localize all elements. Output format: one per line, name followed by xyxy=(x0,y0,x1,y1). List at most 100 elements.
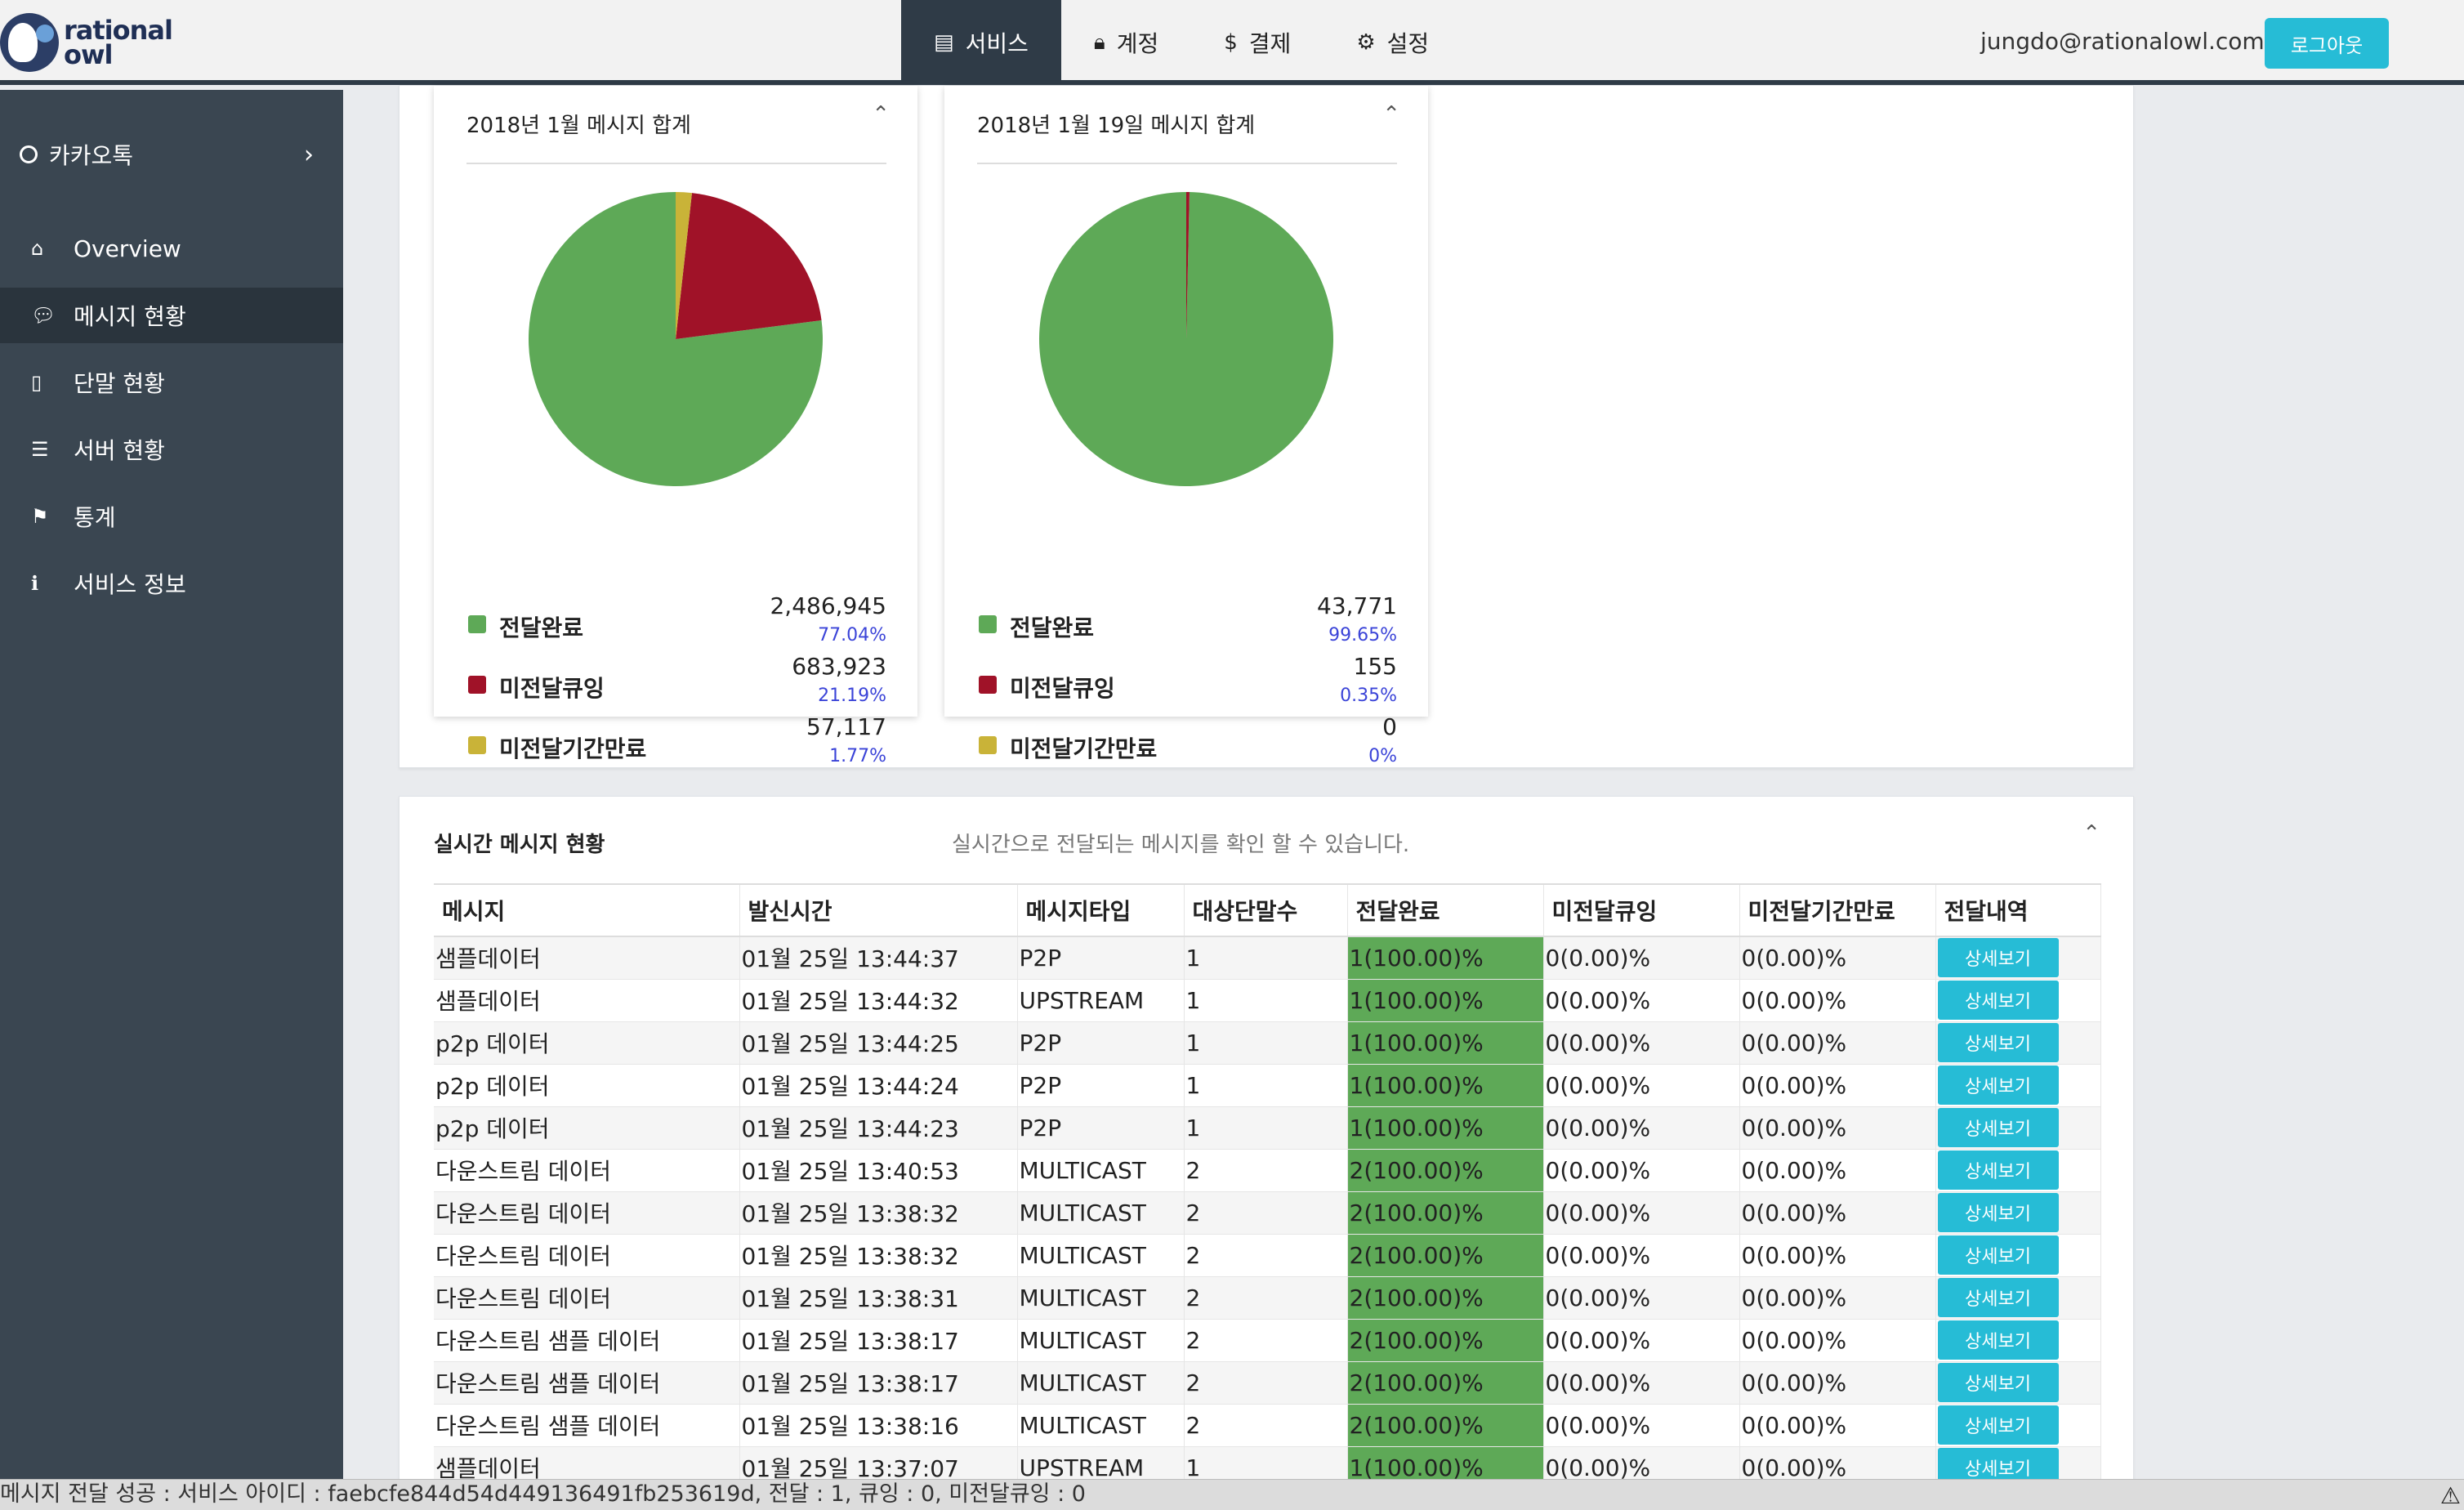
sidebar-item-label: Overview xyxy=(74,235,181,262)
circle-icon xyxy=(20,145,38,163)
legend-label: 미전달기간만료 xyxy=(499,735,647,762)
detail-button[interactable]: 상세보기 xyxy=(1937,938,2059,978)
cell-queued: 0(0.00)% xyxy=(1543,1234,1740,1277)
cell-details: 상세보기 xyxy=(1935,1276,2101,1320)
cell-sent-time: 01월 25일 13:44:32 xyxy=(739,979,1018,1022)
cell-expired: 0(0.00)% xyxy=(1739,1149,1936,1192)
nav-account[interactable]: 🔒︎ 계정 xyxy=(1061,0,1191,85)
legend-expired: 미전달기간만료 57,117 1.77% xyxy=(466,713,886,774)
nav-payment[interactable]: $ 결제 xyxy=(1191,0,1324,85)
legend-label: 미전달큐잉 xyxy=(1010,675,1115,702)
chevron-up-icon[interactable]: ⌃ xyxy=(2082,821,2100,846)
flag-icon: ⚑ xyxy=(31,505,49,528)
chevron-right-icon: › xyxy=(304,140,314,169)
cell-sent-time: 01월 25일 13:38:31 xyxy=(739,1276,1018,1320)
card-title: 2018년 1월 메시지 합계 xyxy=(466,114,691,138)
chevron-up-icon[interactable]: ⌃ xyxy=(1382,102,1400,127)
legend-count: 2,486,945 xyxy=(770,592,886,619)
legend-percent: 0.35% xyxy=(1340,686,1397,706)
sidebar-item-servers[interactable]: ☰ 서버 현황 xyxy=(0,422,343,477)
col-message-type[interactable]: 메시지타입 xyxy=(1017,883,1185,937)
cell-sent-time: 01월 25일 13:44:25 xyxy=(739,1021,1018,1065)
cell-message-type: MULTICAST xyxy=(1017,1149,1185,1192)
cell-sent-time: 01월 25일 13:38:32 xyxy=(739,1191,1018,1235)
sidebar-item-messages[interactable]: 💬︎ 메시지 현황 xyxy=(0,288,343,343)
table-row: 샘플데이터 01월 25일 13:44:37 P2P 1 1(100.00)% 0(0.0… xyxy=(434,936,2101,980)
cell-details: 상세보기 xyxy=(1935,936,2101,980)
cell-message-type: P2P xyxy=(1017,936,1185,980)
app-selector[interactable]: 카카오톡 › xyxy=(20,134,314,175)
table-row: p2p 데이터 01월 25일 13:44:25 P2P 1 1(100.00)% 0(0… xyxy=(434,1021,2101,1065)
logo[interactable]: rational owl xyxy=(0,8,173,77)
sidebar-item-stats[interactable]: ⚑ 통계 xyxy=(0,489,343,544)
app-selector-label: 카카오톡 xyxy=(49,142,134,169)
logo-line-2: owl xyxy=(64,39,114,70)
sidebar: 카카오톡 › ⌂ Overview 💬︎ 메시지 현황 ▯ 단말 현황 ☰ 서버… xyxy=(0,90,343,1479)
cell-delivered: 1(100.00)% xyxy=(1347,979,1544,1022)
col-message[interactable]: 메시지 xyxy=(434,883,740,937)
legend-percent: 21.19% xyxy=(818,686,886,706)
detail-button[interactable]: 상세보기 xyxy=(1937,981,2059,1020)
cell-target-count: 1 xyxy=(1184,979,1348,1022)
table-row: p2p 데이터 01월 25일 13:44:24 P2P 1 1(100.00)% 0(0… xyxy=(434,1064,2101,1107)
cell-expired: 0(0.00)% xyxy=(1739,1106,1936,1150)
cell-sent-time: 01월 25일 13:44:24 xyxy=(739,1064,1018,1107)
cell-expired: 0(0.00)% xyxy=(1739,1319,1936,1362)
comments-icon: 💬︎ xyxy=(31,304,56,327)
nav-service-label: 서비스 xyxy=(965,30,1029,57)
col-sent-time[interactable]: 발신시간 xyxy=(739,883,1018,937)
legend-swatch xyxy=(979,676,997,694)
cell-message: 다운스트림 데이터 xyxy=(434,1191,740,1235)
cell-message: 샘플데이터 xyxy=(434,979,740,1022)
legend-percent: 77.04% xyxy=(818,625,886,646)
cell-message-type: UPSTREAM xyxy=(1017,979,1185,1022)
detail-button[interactable]: 상세보기 xyxy=(1937,1278,2059,1317)
col-target-count[interactable]: 대상단말수 xyxy=(1184,883,1348,937)
cell-message: 샘플데이터 xyxy=(434,936,740,980)
logout-button[interactable]: 로그아웃 xyxy=(2265,18,2389,69)
cell-message-type: P2P xyxy=(1017,1021,1185,1065)
detail-button[interactable]: 상세보기 xyxy=(1937,1065,2059,1105)
cell-delivered: 1(100.00)% xyxy=(1347,936,1544,980)
cell-delivered: 2(100.00)% xyxy=(1347,1404,1544,1447)
detail-button[interactable]: 상세보기 xyxy=(1937,1108,2059,1147)
cell-delivered: 2(100.00)% xyxy=(1347,1319,1544,1362)
table-row: 다운스트림 데이터 01월 25일 13:38:32 MULTICAST 2 2(100… xyxy=(434,1191,2101,1235)
nav-settings[interactable]: ⚙ 설정 xyxy=(1324,0,1462,85)
col-expired[interactable]: 미전달기간만료 xyxy=(1739,883,1936,937)
col-queued[interactable]: 미전달큐잉 xyxy=(1543,883,1740,937)
detail-button[interactable]: 상세보기 xyxy=(1937,1235,2059,1275)
sidebar-item-service-info[interactable]: ℹ 서비스 정보 xyxy=(0,556,343,611)
detail-button[interactable]: 상세보기 xyxy=(1937,1320,2059,1360)
realtime-table: 메시지 발신시간 메시지타입 대상단말수 전달완료 미전달큐잉 미전달기간만료 … xyxy=(434,883,2101,1490)
logo-text: rational owl xyxy=(64,17,173,70)
detail-button[interactable]: 상세보기 xyxy=(1937,1405,2059,1445)
cell-sent-time: 01월 25일 13:38:32 xyxy=(739,1234,1018,1277)
cell-target-count: 1 xyxy=(1184,1106,1348,1150)
cell-details: 상세보기 xyxy=(1935,1234,2101,1277)
detail-button[interactable]: 상세보기 xyxy=(1937,1193,2059,1232)
legend-count: 155 xyxy=(1353,653,1397,680)
table-row: p2p 데이터 01월 25일 13:44:23 P2P 1 1(100.00)% 0(0… xyxy=(434,1106,2101,1150)
cell-queued: 0(0.00)% xyxy=(1543,1106,1740,1150)
col-delivered[interactable]: 전달완료 xyxy=(1347,883,1544,937)
legend-swatch xyxy=(468,676,486,694)
sidebar-item-devices[interactable]: ▯ 단말 현황 xyxy=(0,355,343,410)
sidebar-item-overview[interactable]: ⌂ Overview xyxy=(0,221,343,276)
cell-expired: 0(0.00)% xyxy=(1739,1404,1936,1447)
cell-message: 다운스트림 샘플 데이터 xyxy=(434,1319,740,1362)
cell-details: 상세보기 xyxy=(1935,1319,2101,1362)
pie-slice[interactable] xyxy=(676,193,822,339)
server-icon: ☰ xyxy=(31,438,49,461)
chevron-up-icon[interactable]: ⌃ xyxy=(872,102,890,127)
daily-summary-card: 2018년 1월 19일 메시지 합계 ⌃ 전달완료 43,771 99.65%… xyxy=(944,86,1428,766)
main-nav: ▤ 서비스 🔒︎ 계정 $ 결제 ⚙ 설정 xyxy=(901,0,1462,85)
nav-settings-label: 설정 xyxy=(1386,30,1430,57)
cell-target-count: 2 xyxy=(1184,1276,1348,1320)
cell-delivered: 2(100.00)% xyxy=(1347,1276,1544,1320)
nav-service[interactable]: ▤ 서비스 xyxy=(901,0,1061,85)
detail-button[interactable]: 상세보기 xyxy=(1937,1363,2059,1402)
detail-button[interactable]: 상세보기 xyxy=(1937,1150,2059,1190)
detail-button[interactable]: 상세보기 xyxy=(1937,1023,2059,1062)
cell-expired: 0(0.00)% xyxy=(1739,936,1936,980)
